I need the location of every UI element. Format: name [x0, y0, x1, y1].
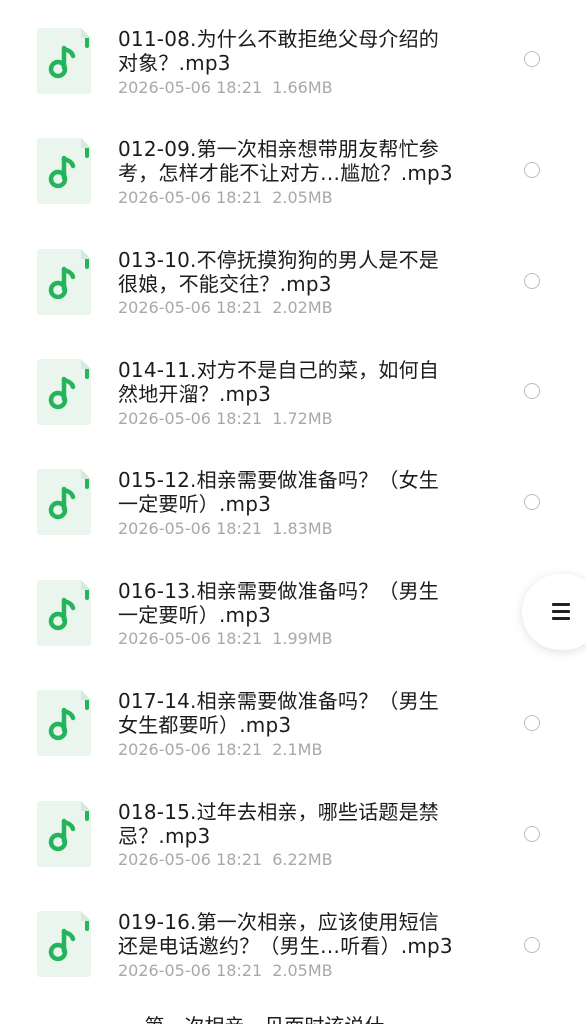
select-radio[interactable]	[524, 937, 540, 953]
list-item[interactable]: 016-13.相亲需要做准备吗？（男生 一定要听）.mp3 2026-05-06…	[0, 552, 586, 662]
file-meta: 2026-05-06 18:21 1.83MB	[118, 519, 333, 539]
file-name: 014-11.对方不是自己的菜，如何自 然地开溜？.mp3	[118, 358, 439, 406]
music-file-icon	[37, 911, 91, 977]
file-size: 2.1MB	[272, 740, 323, 759]
select-radio[interactable]	[524, 494, 540, 510]
file-date: 2026-05-06 18:21	[118, 850, 263, 869]
file-list-screen: 011-08.为什么不敢拒绝父母介绍的 对象？.mp3 2026-05-06 1…	[0, 0, 586, 1024]
music-file-icon	[37, 359, 91, 425]
list-item[interactable]: 012-09.第一次相亲想带朋友帮忙参 考，怎样才能不让对方…尴尬？.mp3 2…	[0, 110, 586, 220]
file-name: 016-13.相亲需要做准备吗？（男生 一定要听）.mp3	[118, 579, 439, 627]
select-radio[interactable]	[524, 273, 540, 289]
file-date: 2026-05-06 18:21	[118, 188, 263, 207]
file-date: 2026-05-06 18:21	[118, 409, 263, 428]
next-file-name-partial: … 第一次相亲，见面时该说什	[118, 1014, 384, 1024]
file-meta: 2026-05-06 18:21 2.1MB	[118, 740, 322, 760]
file-date: 2026-05-06 18:21	[118, 78, 263, 97]
file-name: 018-15.过年去相亲，哪些话题是禁 忌？.mp3	[118, 800, 439, 848]
file-size: 6.22MB	[272, 850, 333, 869]
select-radio[interactable]	[524, 162, 540, 178]
file-date: 2026-05-06 18:21	[118, 629, 263, 648]
select-radio[interactable]	[524, 715, 540, 731]
list-item[interactable]: 015-12.相亲需要做准备吗？（女生 一定要听）.mp3 2026-05-06…	[0, 441, 586, 551]
file-size: 2.02MB	[272, 298, 333, 317]
file-meta: 2026-05-06 18:21 1.66MB	[118, 78, 333, 98]
music-file-icon	[37, 249, 91, 315]
music-file-icon	[37, 469, 91, 535]
menu-icon	[552, 603, 570, 621]
music-file-icon	[37, 580, 91, 646]
music-file-icon	[37, 801, 91, 867]
file-meta: 2026-05-06 18:21 1.72MB	[118, 409, 333, 429]
list-item[interactable]: 011-08.为什么不敢拒绝父母介绍的 对象？.mp3 2026-05-06 1…	[0, 0, 586, 110]
file-size: 1.99MB	[272, 629, 333, 648]
file-name: 019-16.第一次相亲，应该使用短信 还是电话邀约？（男生…听看）.mp3	[118, 910, 453, 958]
list-item[interactable]: 017-14.相亲需要做准备吗？（男生 女生都要听）.mp3 2026-05-0…	[0, 662, 586, 772]
music-file-icon	[37, 138, 91, 204]
file-size: 1.66MB	[272, 78, 333, 97]
file-name: 017-14.相亲需要做准备吗？（男生 女生都要听）.mp3	[118, 689, 439, 737]
file-name: 011-08.为什么不敢拒绝父母介绍的 对象？.mp3	[118, 27, 439, 75]
select-radio[interactable]	[524, 383, 540, 399]
file-meta: 2026-05-06 18:21 2.02MB	[118, 298, 333, 318]
file-size: 1.83MB	[272, 519, 333, 538]
select-radio[interactable]	[524, 826, 540, 842]
file-size: 1.72MB	[272, 409, 333, 428]
list-item[interactable]: 013-10.不停抚摸狗狗的男人是不是 很娘，不能交往？.mp3 2026-05…	[0, 221, 586, 331]
list-item[interactable]: 018-15.过年去相亲，哪些话题是禁 忌？.mp3 2026-05-06 18…	[0, 773, 586, 883]
file-meta: 2026-05-06 18:21 1.99MB	[118, 629, 333, 649]
music-file-icon	[37, 690, 91, 756]
file-date: 2026-05-06 18:21	[118, 961, 263, 980]
list-item[interactable]: 019-16.第一次相亲，应该使用短信 还是电话邀约？（男生…听看）.mp3 2…	[0, 883, 586, 993]
file-date: 2026-05-06 18:21	[118, 298, 263, 317]
music-file-icon	[37, 28, 91, 94]
file-meta: 2026-05-06 18:21 2.05MB	[118, 188, 333, 208]
file-meta: 2026-05-06 18:21 2.05MB	[118, 961, 333, 981]
list-item[interactable]: 014-11.对方不是自己的菜，如何自 然地开溜？.mp3 2026-05-06…	[0, 331, 586, 441]
select-radio[interactable]	[524, 51, 540, 67]
file-size: 2.05MB	[272, 961, 333, 980]
file-meta: 2026-05-06 18:21 6.22MB	[118, 850, 333, 870]
file-date: 2026-05-06 18:21	[118, 740, 263, 759]
file-date: 2026-05-06 18:21	[118, 519, 263, 538]
file-size: 2.05MB	[272, 188, 333, 207]
file-name: 015-12.相亲需要做准备吗？（女生 一定要听）.mp3	[118, 468, 439, 516]
file-name: 012-09.第一次相亲想带朋友帮忙参 考，怎样才能不让对方…尴尬？.mp3	[118, 137, 453, 185]
file-name: 013-10.不停抚摸狗狗的男人是不是 很娘，不能交往？.mp3	[118, 248, 439, 296]
